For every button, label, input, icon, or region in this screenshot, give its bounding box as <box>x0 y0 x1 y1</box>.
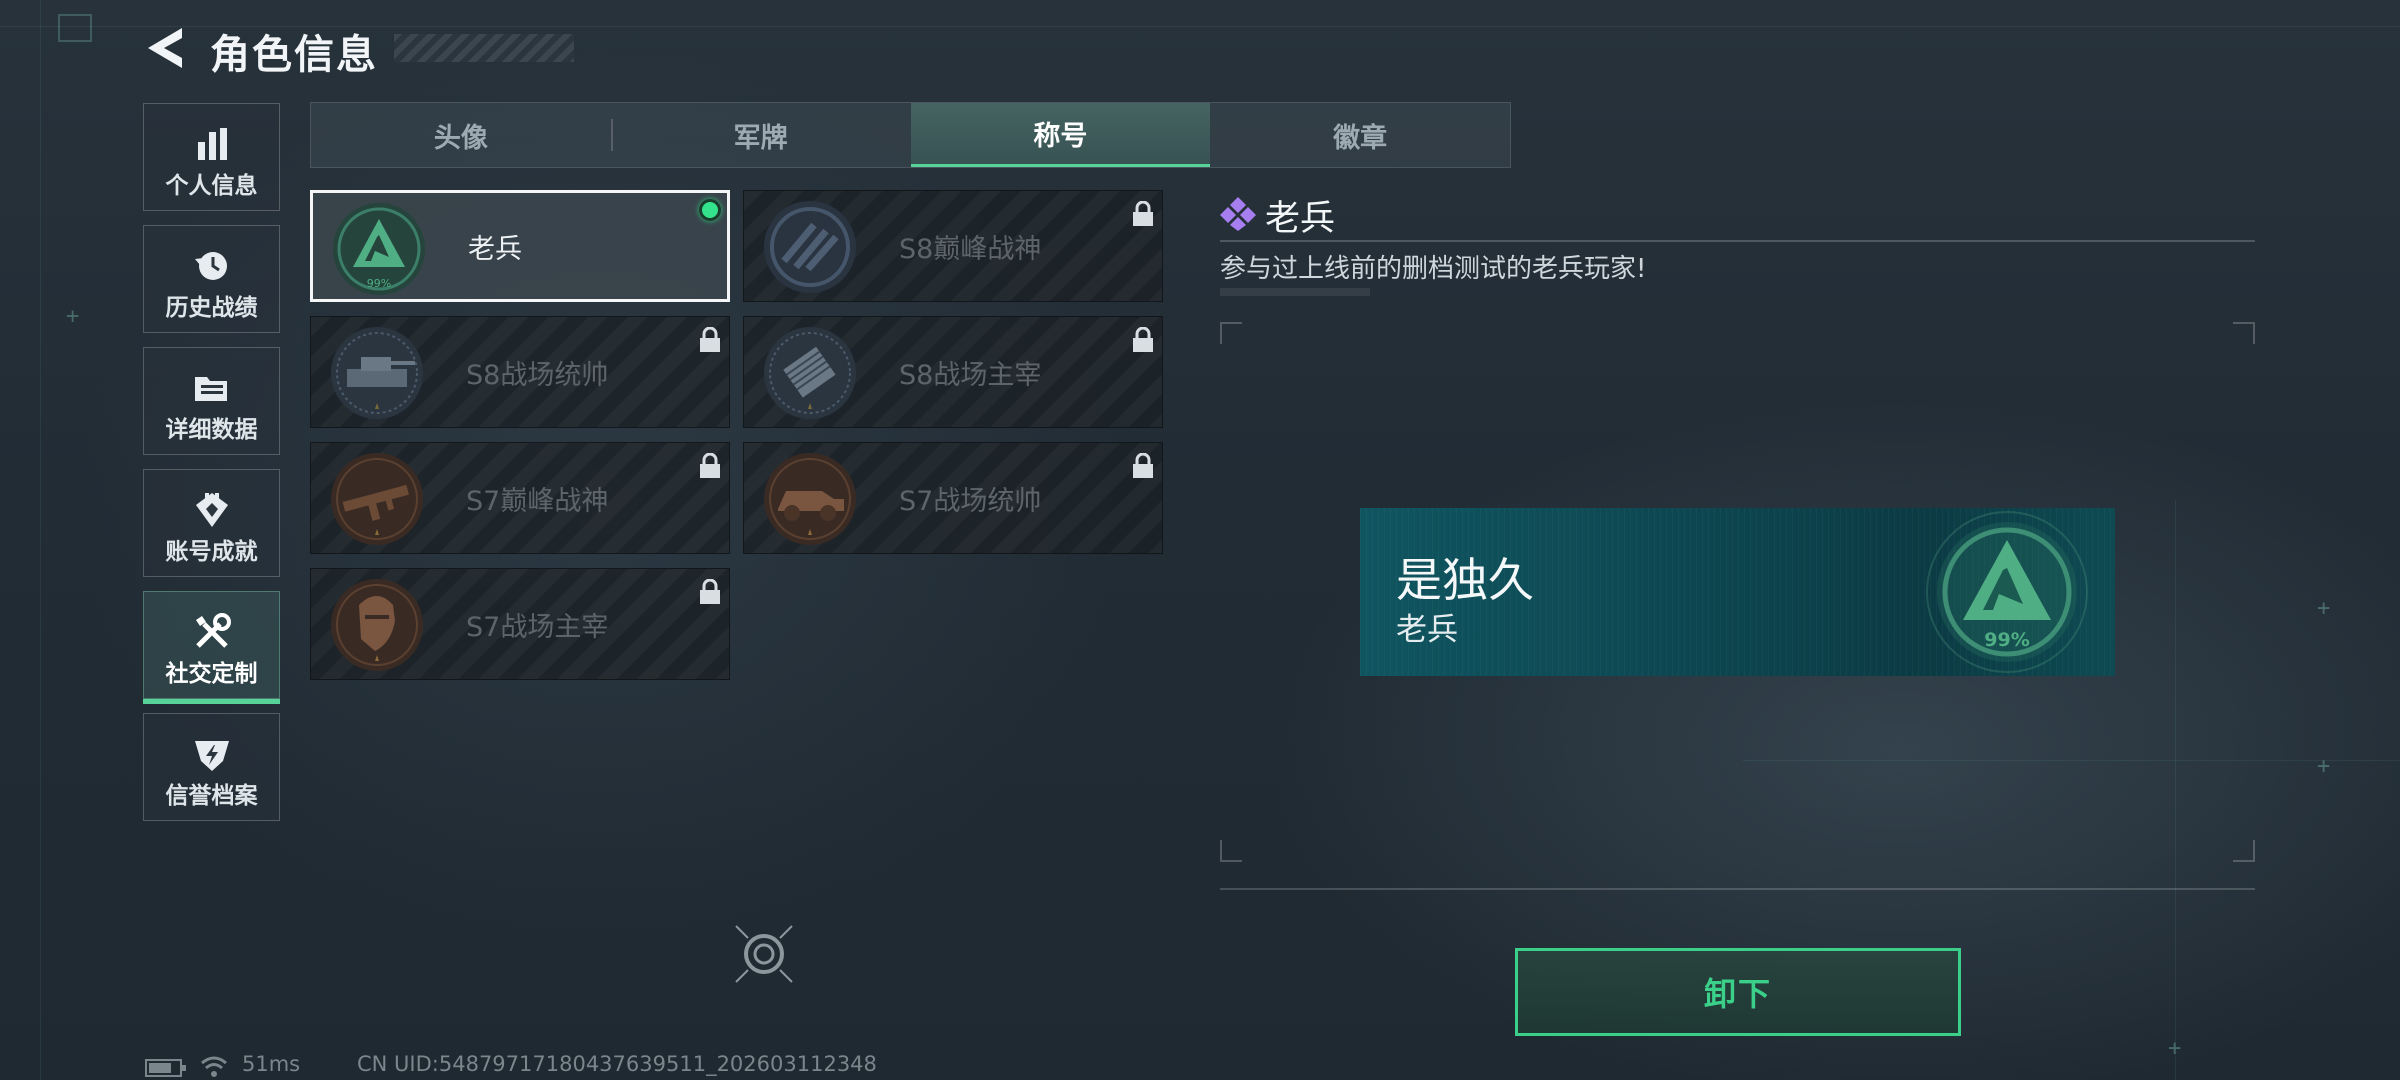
sidebar-item-detailed-data[interactable]: 详细数据 <box>143 347 280 455</box>
frame-corner <box>2233 840 2255 862</box>
preview-player-name: 是独久 <box>1396 553 1534 607</box>
battery-icon <box>145 1059 186 1077</box>
lock-icon <box>700 453 720 478</box>
hud-plus-marker: + <box>66 304 80 329</box>
veteran-emblem-icon: 99% <box>333 203 425 295</box>
s7-vehicle-emblem-icon <box>764 453 856 545</box>
lock-icon <box>1133 453 1153 478</box>
frame-corner <box>1220 840 1242 862</box>
sidebar-item-label: 信誉档案 <box>165 783 258 809</box>
preview-title-name: 老兵 <box>1396 612 1458 648</box>
sidebar-item-personal-info[interactable]: 个人信息 <box>143 103 280 211</box>
selected-title-description: 参与过上线前的删档测试的老兵玩家! <box>1220 254 1647 284</box>
svg-text:99%: 99% <box>1984 629 2029 651</box>
equipped-indicator <box>699 199 721 221</box>
frame-corner <box>1220 322 1242 344</box>
veteran-emblem-icon: 99% <box>1926 511 2088 673</box>
s7-rifle-emblem-icon <box>331 453 423 545</box>
title-card-name: 老兵 <box>468 233 522 265</box>
bar-chart-icon <box>192 124 232 164</box>
sidebar-item-social-custom[interactable]: 社交定制 <box>143 591 280 704</box>
page-title: 角色信息 <box>210 32 378 78</box>
title-card-s8-dominator[interactable]: S8战场主宰 <box>743 316 1163 428</box>
s7-soldier-emblem-icon <box>331 579 423 671</box>
scope-marker-icon <box>735 925 793 983</box>
uid-readout: CN UID:5487971718043763951​1_20260311234… <box>357 1052 877 1076</box>
title-card-name: S8战场主宰 <box>899 359 1042 391</box>
hud-plus-marker: + <box>2317 596 2331 621</box>
history-clock-icon <box>192 246 232 286</box>
wifi-icon <box>201 1056 227 1077</box>
lock-icon <box>1133 327 1153 352</box>
rarity-gem-icon <box>1220 197 1256 231</box>
divider <box>1220 888 2255 890</box>
sidebar-item-label: 详细数据 <box>165 417 258 443</box>
sidebar-item-achievements[interactable]: 账号成就 <box>143 469 280 577</box>
sidebar-item-label: 社交定制 <box>165 661 258 687</box>
sidebar-item-label: 个人信息 <box>165 173 258 199</box>
selected-title-name: 老兵 <box>1265 199 1336 239</box>
title-card-veteran[interactable]: 99% 老兵 <box>310 190 730 302</box>
hud-corner-box <box>58 14 92 42</box>
folder-icon <box>192 368 232 408</box>
title-card-s7-commander[interactable]: S7战场统帅 <box>743 442 1163 554</box>
title-card-s7-dominator[interactable]: S7战场主宰 <box>310 568 730 680</box>
title-preview-banner: 是独久 老兵 99% <box>1360 508 2115 676</box>
s8-peak-emblem-icon <box>764 201 856 293</box>
title-decor-stripe <box>394 34 574 62</box>
back-button[interactable] <box>140 22 192 74</box>
category-tabs: 头像 军牌 称号 徽章 <box>310 102 1511 168</box>
hud-plus-marker: + <box>2168 1036 2182 1061</box>
frame-corner <box>2233 322 2255 344</box>
hud-plus-marker: + <box>2317 754 2331 779</box>
title-card-s7-peak[interactable]: S7巅峰战神 <box>310 442 730 554</box>
back-arrow-icon <box>148 28 182 68</box>
title-card-name: S8巅峰战神 <box>899 233 1042 265</box>
sidebar-item-label: 历史战绩 <box>165 295 258 321</box>
tools-icon <box>192 612 232 652</box>
lock-icon <box>700 327 720 352</box>
divider <box>1220 240 2255 242</box>
title-card-name: S7巅峰战神 <box>466 485 609 517</box>
title-card-name: S7战场统帅 <box>899 485 1042 517</box>
title-card-name: S7战场主宰 <box>466 611 609 643</box>
divider <box>1220 288 1370 296</box>
sidebar-item-label: 账号成就 <box>165 539 258 565</box>
s8-rocket-emblem-icon <box>764 327 856 419</box>
sidebar-item-credit-record[interactable]: 信誉档案 <box>143 713 280 821</box>
title-card-s8-peak[interactable]: S8巅峰战神 <box>743 190 1163 302</box>
s8-tank-emblem-icon <box>331 327 423 419</box>
credit-shield-icon <box>192 734 232 774</box>
unequip-button[interactable]: 卸下 <box>1515 948 1961 1036</box>
tab-avatar[interactable]: 头像 <box>311 103 611 167</box>
lock-icon <box>700 579 720 604</box>
title-card-s8-commander[interactable]: S8战场统帅 <box>310 316 730 428</box>
ping-readout: 51ms <box>242 1052 301 1076</box>
svg-text:99%: 99% <box>367 277 391 290</box>
tab-title[interactable]: 称号 <box>910 103 1211 167</box>
title-card-name: S8战场统帅 <box>466 359 609 391</box>
tab-badge[interactable]: 徽章 <box>1210 103 1510 167</box>
lock-icon <box>1133 201 1153 226</box>
sidebar-item-match-history[interactable]: 历史战绩 <box>143 225 280 333</box>
achievement-icon <box>192 490 232 530</box>
tab-dog-tag[interactable]: 军牌 <box>610 103 911 167</box>
